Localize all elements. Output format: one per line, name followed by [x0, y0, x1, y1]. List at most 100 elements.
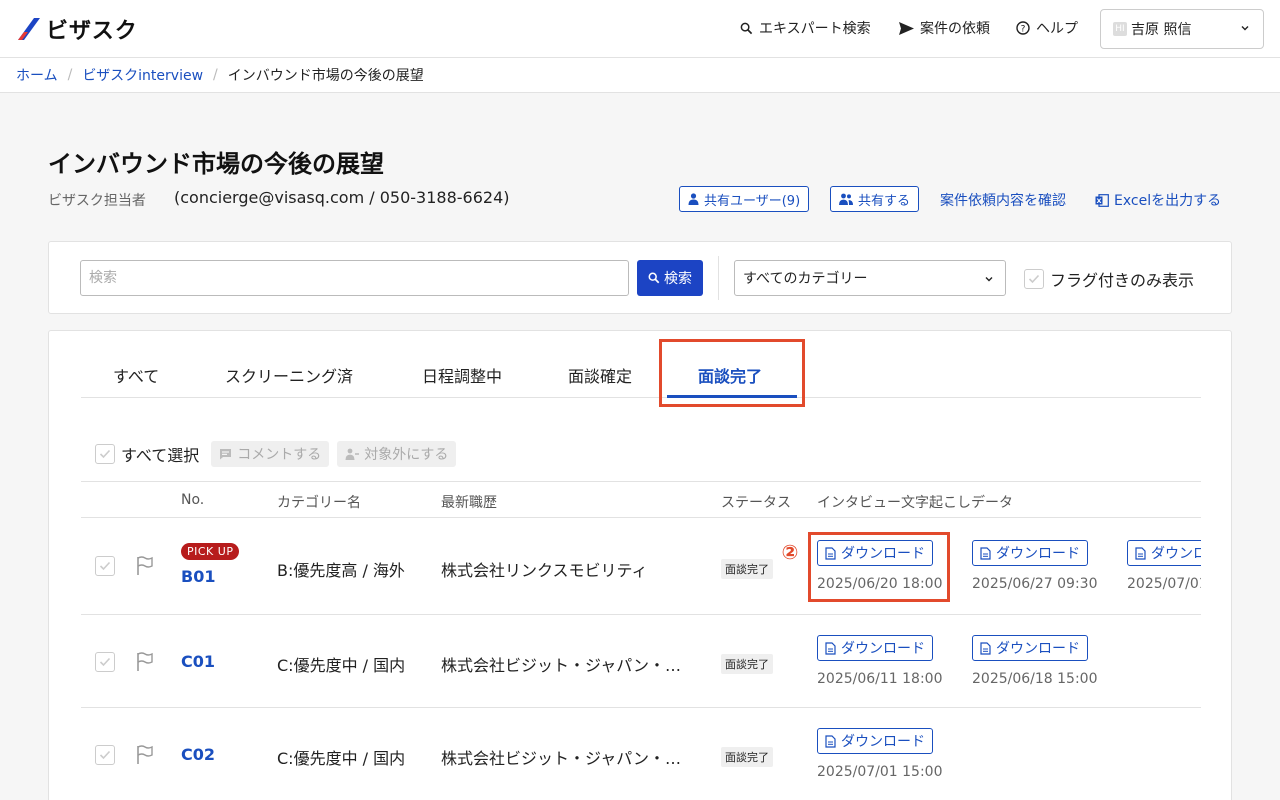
users-icon: [839, 193, 853, 205]
category-selected-value: すべてのカテゴリー: [743, 271, 868, 287]
table-row: C02 C:優先度中 / 国内 株式会社ビジット・ジャパン・インバウンド 面談完…: [81, 708, 1201, 800]
expert-search-label: エキスパート検索: [759, 21, 871, 37]
status-badge: 面談完了: [721, 559, 773, 579]
pickup-badge: PICK UP: [181, 543, 240, 560]
table-row: PICK UP B01 B:優先度高 / 海外 株式会社リンクスモビリティ 面談…: [81, 518, 1201, 615]
header-category: カテゴリー名: [277, 495, 361, 511]
document-icon: [980, 546, 991, 560]
export-excel-label: Excelを出力する: [1114, 193, 1222, 209]
download-button[interactable]: ダウンロード: [817, 728, 933, 754]
check-icon: [99, 449, 111, 459]
download-button[interactable]: ダウンロード: [1127, 540, 1201, 566]
flag-only-checkbox[interactable]: [1024, 269, 1044, 289]
row-company: 株式会社ビジット・ジャパン・インバウンド: [441, 656, 693, 675]
search-input[interactable]: [80, 260, 629, 296]
share-button[interactable]: 共有する: [830, 186, 920, 212]
concierge-label: ビザスク担当者: [48, 193, 146, 209]
download-label: ダウンロード: [996, 546, 1080, 562]
row-checkbox[interactable]: [95, 745, 115, 765]
breadcrumb-home[interactable]: ホーム: [16, 65, 58, 85]
status-badge: 面談完了: [721, 654, 773, 674]
flag-icon[interactable]: [136, 652, 154, 672]
row-category: C:優先度中 / 国内: [277, 656, 406, 675]
search-panel: 検索 すべてのカテゴリー フラグ付きのみ表示: [48, 241, 1232, 314]
user-remove-icon: [345, 448, 360, 460]
row-number-link[interactable]: B01: [181, 567, 215, 586]
header-status: ステータス: [721, 495, 791, 511]
comment-button-label: コメントする: [237, 447, 322, 463]
download-button[interactable]: ダウンロード: [972, 635, 1088, 661]
search-icon: [648, 272, 660, 284]
download-label: ダウンロード: [841, 734, 925, 750]
search-button[interactable]: 検索: [637, 260, 703, 296]
category-select[interactable]: すべてのカテゴリー: [734, 260, 1006, 296]
tab-confirmed[interactable]: 面談確定: [568, 363, 632, 387]
divider: [718, 256, 719, 300]
svg-text:X: X: [1096, 197, 1101, 205]
logo[interactable]: ビザスク: [16, 14, 138, 44]
row-category: C:優先度中 / 国内: [277, 749, 406, 768]
row-checkbox[interactable]: [95, 556, 115, 576]
expert-search-link[interactable]: エキスパート検索: [740, 18, 871, 38]
confirm-request-link[interactable]: 案件依頼内容を確認: [940, 190, 1066, 210]
export-excel-link[interactable]: X Excelを出力する: [1095, 190, 1221, 210]
tab-scheduling[interactable]: 日程調整中: [422, 363, 502, 387]
step-marker: ②: [781, 540, 799, 564]
help-circle-icon: ?: [1016, 21, 1030, 35]
row-category: B:優先度高 / 海外: [277, 561, 405, 580]
header-title: 最新職歴: [441, 495, 497, 511]
row-company: 株式会社ビジット・ジャパン・インバウンド: [441, 749, 693, 768]
send-icon: [899, 21, 914, 35]
help-label: ヘルプ: [1036, 21, 1078, 37]
shared-users-button[interactable]: 共有ユーザー(9): [679, 186, 810, 212]
app-header: ビザスク エキスパート検索 案件の依頼 ? ヘルプ HI 吉原 照信: [0, 0, 1280, 58]
flag-only-filter[interactable]: フラグ付きのみ表示: [1024, 267, 1194, 291]
exclude-button[interactable]: 対象外にする: [337, 441, 457, 467]
tab-screened[interactable]: スクリーニング済: [225, 363, 353, 387]
help-link[interactable]: ? ヘルプ: [1016, 18, 1078, 38]
logo-mark-icon: [18, 18, 40, 40]
table-header: No. カテゴリー名 最新職歴 ステータス インタビュー文字起こしデータ: [81, 481, 1201, 518]
tab-all[interactable]: すべて: [113, 363, 159, 387]
download-date: 2025/07/01 15:00: [1127, 576, 1201, 592]
download-date: 2025/06/27 09:30: [972, 576, 1098, 592]
request-link[interactable]: 案件の依頼: [899, 18, 990, 38]
shared-users-label: 共有ユーザー(9): [704, 193, 801, 209]
document-icon: [980, 641, 991, 655]
chevron-down-icon: [1241, 26, 1249, 31]
exclude-button-label: 対象外にする: [364, 447, 449, 463]
concierge-contact: (concierge@visasq.com / 050-3188-6624): [174, 188, 510, 207]
row-number-link[interactable]: C02: [181, 745, 215, 764]
select-all-checkbox[interactable]: [95, 444, 115, 464]
row-checkbox[interactable]: [95, 652, 115, 672]
document-icon: [1135, 546, 1146, 560]
search-icon: [740, 22, 753, 34]
document-icon: [825, 641, 836, 655]
tab-highlight-annotation: [659, 339, 805, 407]
bulk-actions: すべて選択 コメントする 対象外にする: [95, 441, 464, 467]
page-title: インバウンド市場の今後の展望: [48, 150, 384, 178]
flag-icon[interactable]: [136, 556, 154, 576]
flag-icon[interactable]: [136, 745, 154, 765]
download-button[interactable]: ダウンロード: [817, 635, 933, 661]
flag-only-label: フラグ付きのみ表示: [1050, 271, 1195, 290]
row-company: 株式会社リンクスモビリティ: [441, 561, 648, 580]
download-date: 2025/07/01 15:00: [817, 764, 943, 780]
download-label: ダウンロード: [996, 641, 1080, 657]
download-label: ダウンロード: [841, 641, 925, 657]
download-button[interactable]: ダウンロード: [972, 540, 1088, 566]
table-row: C01 C:優先度中 / 国内 株式会社ビジット・ジャパン・インバウンド 面談完…: [81, 615, 1201, 708]
row-number-link[interactable]: C01: [181, 652, 215, 671]
check-icon: [1028, 274, 1040, 284]
results-table: No. カテゴリー名 最新職歴 ステータス インタビュー文字起こしデータ PIC…: [81, 481, 1201, 800]
share-label: 共有する: [858, 193, 911, 209]
comment-button[interactable]: コメントする: [211, 441, 330, 467]
user-icon: [688, 193, 699, 205]
download-label: ダウンロード: [1151, 546, 1201, 562]
breadcrumb-separator: /: [67, 67, 73, 83]
results-panel: すべて スクリーニング済 日程調整中 面談確定 面談完了 すべて選択 コメントす…: [48, 330, 1232, 800]
excel-icon: X: [1095, 193, 1109, 207]
breadcrumb-interview[interactable]: ビザスクinterview: [82, 65, 203, 85]
user-menu[interactable]: HI 吉原 照信: [1100, 9, 1264, 49]
comment-icon: [220, 449, 232, 460]
